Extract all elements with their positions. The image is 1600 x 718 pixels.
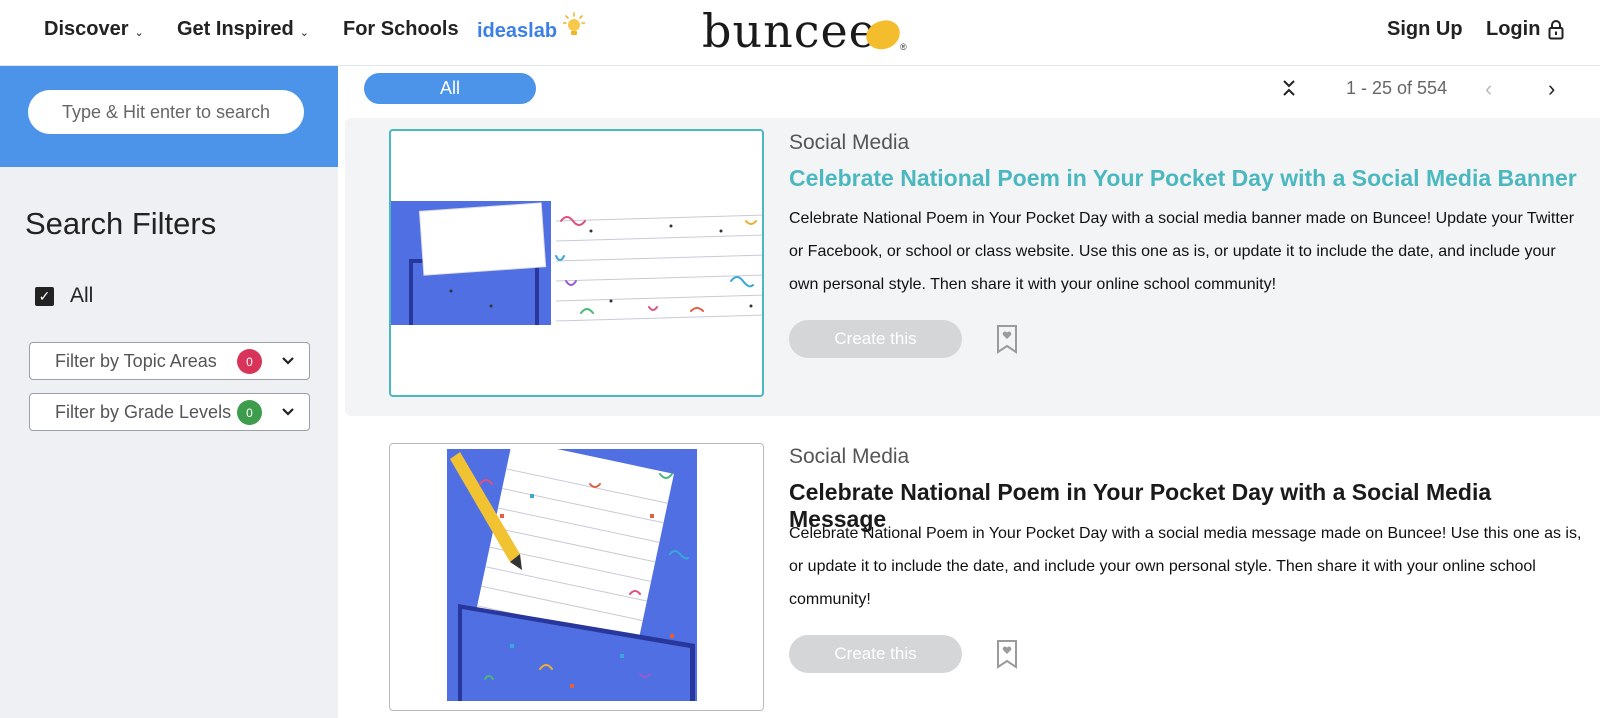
nav-get-inspired-label: Get Inspired — [177, 18, 294, 40]
filter-grade-label: Filter by Grade Levels — [55, 401, 232, 422]
card-title[interactable]: Celebrate National Poem in Your Pocket D… — [789, 165, 1589, 192]
login-label: Login — [1486, 18, 1541, 40]
search-panel — [0, 66, 338, 167]
tag-all-chip[interactable]: All — [364, 73, 536, 104]
card-category: Social Media — [789, 131, 910, 154]
sign-up-link[interactable]: Sign Up — [1387, 18, 1463, 41]
results-toolbar: All 1 - 25 of 554 ‹ › — [338, 66, 1600, 118]
all-checkbox[interactable]: ✓ — [35, 286, 54, 306]
nav-ideaslab[interactable]: ideaslab — [477, 12, 586, 44]
pagination-count: 1 - 25 of 554 — [1346, 78, 1448, 98]
bookmark-heart-icon[interactable] — [995, 639, 1019, 669]
chevron-down-icon: ⌄ — [299, 27, 309, 39]
previous-page-button[interactable]: ‹ — [1485, 76, 1492, 102]
all-label: All — [70, 284, 94, 307]
bookmark-heart-icon[interactable] — [995, 324, 1019, 354]
template-card[interactable]: Social Media Celebrate National Poem in … — [345, 428, 1600, 718]
lock-icon — [1548, 19, 1564, 39]
nav-ideaslab-label: ideaslab — [477, 19, 558, 42]
template-thumbnail[interactable] — [389, 443, 764, 711]
nav-discover[interactable]: Discover ⌄ — [44, 18, 144, 41]
nav-discover-label: Discover — [44, 18, 129, 40]
poem-banner-image — [391, 201, 762, 325]
filter-topic-label: Filter by Topic Areas — [55, 350, 217, 371]
filter-grade-levels[interactable]: Filter by Grade Levels 0 — [29, 393, 310, 431]
card-description: Celebrate National Poem in Your Pocket D… — [789, 210, 1575, 293]
login-link[interactable]: Login — [1486, 18, 1564, 41]
filter-all-option[interactable]: ✓ All — [35, 284, 93, 308]
card-description: Celebrate National Poem in Your Pocket D… — [789, 525, 1582, 608]
sidebar: Search Filters ✓ All Filter by Topic Are… — [0, 66, 338, 718]
template-thumbnail[interactable] — [389, 129, 764, 397]
nav-for-schools[interactable]: For Schools — [343, 18, 459, 41]
next-page-button[interactable]: › — [1548, 76, 1555, 102]
template-card[interactable]: Social Media Celebrate National Poem in … — [345, 118, 1600, 416]
top-nav: Discover ⌄ Get Inspired ⌄ For Schools id… — [0, 0, 1600, 66]
create-this-button[interactable]: Create this — [789, 320, 962, 358]
chevron-down-icon — [282, 408, 294, 416]
grade-count-badge: 0 — [237, 400, 262, 425]
poem-message-image — [447, 444, 697, 701]
logo-registered-mark: ® — [900, 42, 907, 52]
buncee-logo[interactable]: buncee — [702, 4, 877, 58]
lightbulb-icon — [563, 12, 586, 35]
search-filters-title: Search Filters — [25, 206, 217, 241]
search-input[interactable] — [28, 90, 304, 134]
filter-topic-areas[interactable]: Filter by Topic Areas 0 — [29, 342, 310, 380]
card-category: Social Media — [789, 445, 910, 468]
nav-get-inspired[interactable]: Get Inspired ⌄ — [177, 18, 309, 41]
create-this-button[interactable]: Create this — [789, 635, 962, 673]
chevron-down-icon: ⌄ — [134, 27, 144, 39]
collapse-icon[interactable] — [1281, 78, 1297, 98]
topic-count-badge: 0 — [237, 349, 262, 374]
chevron-down-icon — [282, 357, 294, 365]
